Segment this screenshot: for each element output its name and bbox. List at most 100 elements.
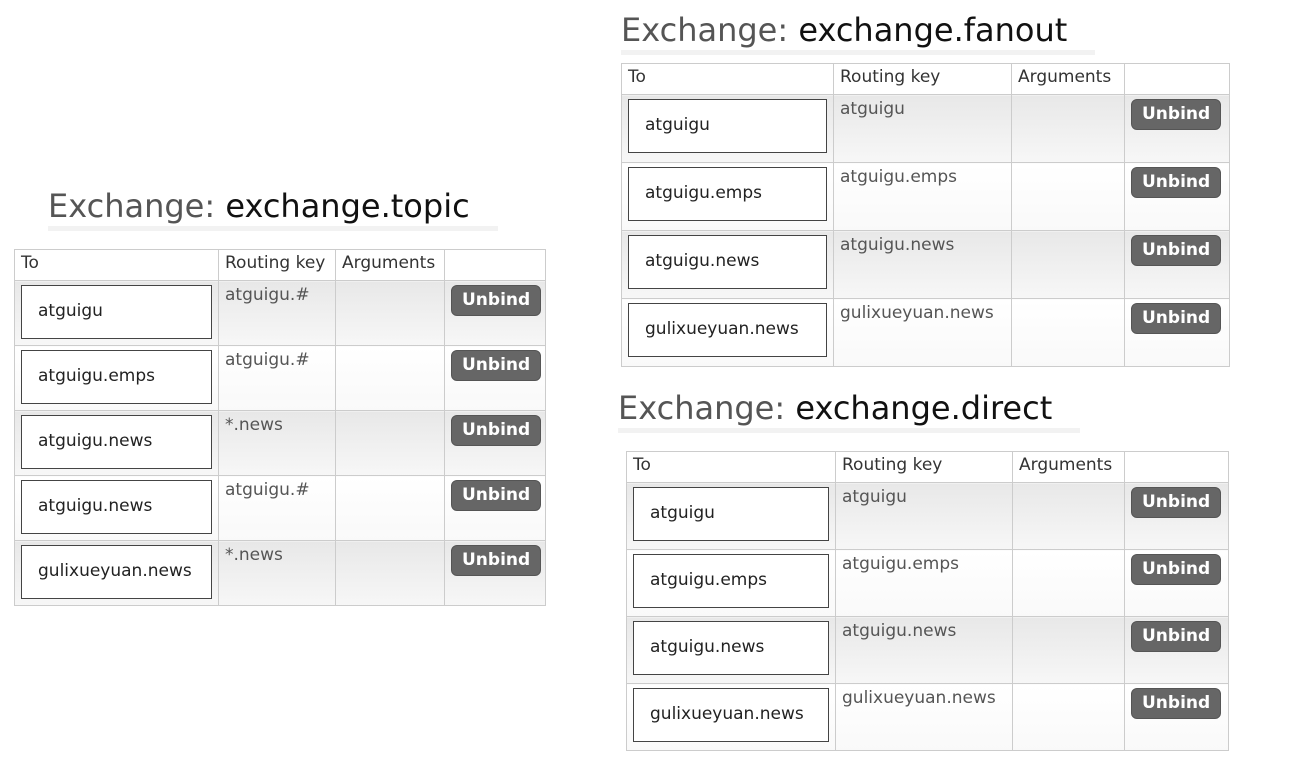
binding-row: atguigu.emps atguigu.emps Unbind <box>621 162 1230 231</box>
arguments-cell <box>1012 549 1125 617</box>
routing-key-cell: atguigu <box>835 482 1013 550</box>
routing-key-value: atguigu.# <box>225 350 310 370</box>
routing-key-value: *.news <box>225 415 283 435</box>
column-header-actions <box>444 249 546 281</box>
unbind-button[interactable]: Unbind <box>1131 487 1222 518</box>
exchange-heading: Exchange: exchange.direct <box>618 388 1081 433</box>
destination-cell: atguigu <box>14 280 219 346</box>
binding-row: atguigu atguigu Unbind <box>621 94 1230 163</box>
routing-key-cell: atguigu.news <box>833 230 1012 299</box>
routing-key-value: atguigu.news <box>840 235 955 255</box>
destination-queue-link[interactable]: atguigu.news <box>633 621 829 675</box>
actions-cell: Unbind <box>444 280 546 346</box>
unbind-button[interactable]: Unbind <box>451 480 542 511</box>
routing-key-cell: atguigu.# <box>218 345 336 411</box>
routing-key-cell: atguigu.emps <box>833 162 1012 231</box>
destination-cell: atguigu.news <box>14 475 219 541</box>
column-header-to: To <box>14 249 219 281</box>
unbind-button[interactable]: Unbind <box>1131 554 1222 585</box>
destination-queue-link[interactable]: atguigu <box>21 285 212 339</box>
bindings-table: To Routing key Arguments atguigu atguigu… <box>14 249 546 606</box>
unbind-button[interactable]: Unbind <box>451 545 542 576</box>
unbind-button[interactable]: Unbind <box>1131 167 1222 198</box>
column-header-actions <box>1124 451 1229 483</box>
actions-cell: Unbind <box>1124 549 1229 617</box>
actions-cell: Unbind <box>1124 616 1229 684</box>
binding-row: atguigu.news atguigu.# Unbind <box>14 475 546 541</box>
bindings-header-row: To Routing key Arguments <box>14 249 546 281</box>
destination-queue-link[interactable]: atguigu <box>628 99 827 153</box>
destination-cell: atguigu.emps <box>621 162 834 231</box>
binding-row: atguigu.news atguigu.news Unbind <box>621 230 1230 299</box>
routing-key-cell: atguigu.# <box>218 475 336 541</box>
unbind-button[interactable]: Unbind <box>451 285 542 316</box>
routing-key-value: *.news <box>225 545 283 565</box>
column-header-routing-key: Routing key <box>218 249 336 281</box>
column-header-routing-key: Routing key <box>833 63 1012 95</box>
routing-key-cell: gulixueyuan.news <box>833 298 1012 367</box>
actions-cell: Unbind <box>1124 298 1230 367</box>
exchange-panel-fanout: Exchange: exchange.fanout To Routing key… <box>621 10 1230 367</box>
exchange-heading-name: exchange.fanout <box>798 11 1068 49</box>
destination-queue-link[interactable]: atguigu <box>633 487 829 541</box>
unbind-button[interactable]: Unbind <box>1131 688 1222 719</box>
routing-key-cell: atguigu.emps <box>835 549 1013 617</box>
unbind-button[interactable]: Unbind <box>451 350 542 381</box>
destination-cell: gulixueyuan.news <box>626 683 836 751</box>
binding-row: atguigu atguigu.# Unbind <box>14 280 546 346</box>
unbind-button[interactable]: Unbind <box>1131 99 1222 130</box>
binding-row: atguigu.emps atguigu.emps Unbind <box>626 549 1229 617</box>
destination-cell: atguigu.emps <box>626 549 836 617</box>
destination-queue-link[interactable]: atguigu.emps <box>633 554 829 608</box>
column-header-to: To <box>626 451 836 483</box>
actions-cell: Unbind <box>1124 230 1230 299</box>
exchange-heading-label: Exchange: <box>48 187 216 225</box>
arguments-cell <box>1012 683 1125 751</box>
destination-queue-link[interactable]: atguigu.news <box>628 235 827 289</box>
unbind-button[interactable]: Unbind <box>1131 303 1222 334</box>
routing-key-cell: *.news <box>218 540 336 606</box>
actions-cell: Unbind <box>1124 162 1230 231</box>
destination-queue-link[interactable]: atguigu.news <box>21 415 212 469</box>
destination-cell: atguigu <box>621 94 834 163</box>
destination-queue-link[interactable]: atguigu.emps <box>628 167 827 221</box>
arguments-cell <box>1012 616 1125 684</box>
destination-queue-link[interactable]: gulixueyuan.news <box>628 303 827 357</box>
unbind-button[interactable]: Unbind <box>451 415 542 446</box>
destination-cell: atguigu.news <box>626 616 836 684</box>
unbind-button[interactable]: Unbind <box>1131 235 1222 266</box>
destination-queue-link[interactable]: atguigu.news <box>21 480 212 534</box>
routing-key-value: atguigu.# <box>225 285 310 305</box>
binding-row: atguigu atguigu Unbind <box>626 482 1229 550</box>
arguments-cell <box>335 475 445 541</box>
binding-row: gulixueyuan.news gulixueyuan.news Unbind <box>621 298 1230 367</box>
destination-queue-link[interactable]: atguigu.emps <box>21 350 212 404</box>
exchange-panel-direct: Exchange: exchange.direct To Routing key… <box>618 388 1229 751</box>
binding-row: atguigu.emps atguigu.# Unbind <box>14 345 546 411</box>
routing-key-value: atguigu <box>842 487 907 507</box>
destination-queue-link[interactable]: gulixueyuan.news <box>21 545 212 599</box>
exchange-heading-label: Exchange: <box>621 11 789 49</box>
exchange-heading-label: Exchange: <box>618 389 786 427</box>
exchange-panel-topic: Exchange: exchange.topic To Routing key … <box>14 186 546 606</box>
bindings-header-row: To Routing key Arguments <box>621 63 1230 95</box>
routing-key-cell: atguigu <box>833 94 1012 163</box>
destination-queue-link[interactable]: gulixueyuan.news <box>633 688 829 742</box>
actions-cell: Unbind <box>444 540 546 606</box>
destination-cell: atguigu <box>626 482 836 550</box>
bindings-table: To Routing key Arguments atguigu atguigu… <box>621 63 1230 367</box>
binding-row: atguigu.news atguigu.news Unbind <box>626 616 1229 684</box>
column-header-to: To <box>621 63 834 95</box>
binding-row: atguigu.news *.news Unbind <box>14 410 546 476</box>
actions-cell: Unbind <box>444 475 546 541</box>
routing-key-value: gulixueyuan.news <box>840 303 994 323</box>
exchange-heading-name: exchange.direct <box>795 389 1053 427</box>
arguments-cell <box>1011 162 1125 231</box>
arguments-cell <box>335 410 445 476</box>
arguments-cell <box>335 540 445 606</box>
column-header-arguments: Arguments <box>335 249 445 281</box>
actions-cell: Unbind <box>1124 482 1229 550</box>
column-header-arguments: Arguments <box>1012 451 1125 483</box>
unbind-button[interactable]: Unbind <box>1131 621 1222 652</box>
exchange-heading: Exchange: exchange.topic <box>48 186 498 231</box>
